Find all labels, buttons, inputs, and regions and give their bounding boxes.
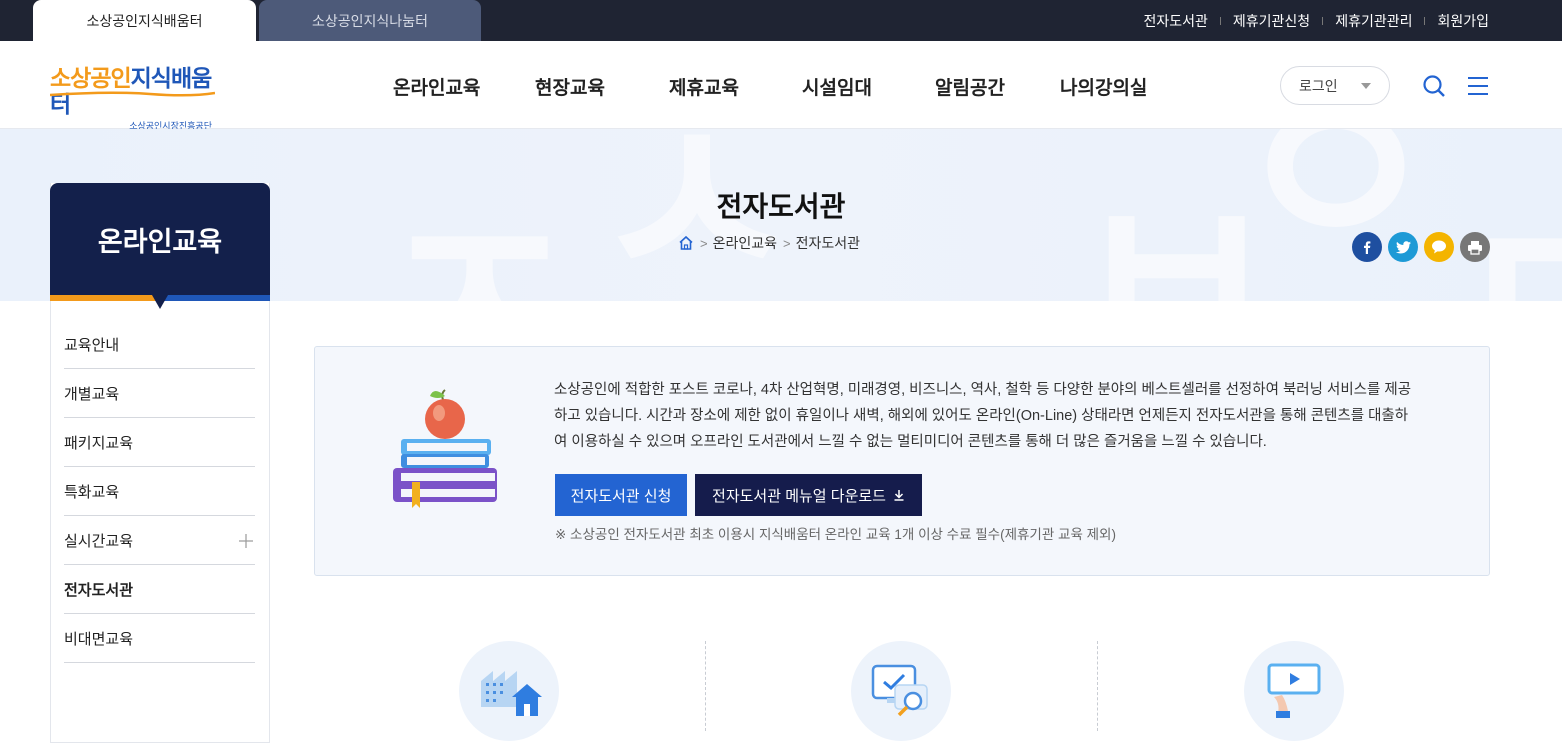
- intro-line: 여 이용하실 수 있으며 오프라인 도서관에서 느낄 수 없는 멀티미디어 콘텐…: [554, 434, 1267, 450]
- intro-line: 소상공인에 적합한 포스트 코로나, 4차 산업혁명, 미래경영, 비즈니스, …: [554, 382, 1412, 398]
- global-nav: 온라인교육 현장교육 제휴교육 시설임대 알림공간 나의강의실: [393, 73, 1160, 99]
- kakao-talk-icon: [1432, 240, 1446, 254]
- divider: [1322, 16, 1324, 25]
- feature-circle: [1244, 641, 1344, 741]
- sidebar-item-individual[interactable]: 개별교육: [64, 369, 255, 418]
- sidebar-item-ebook-library[interactable]: 전자도서관: [64, 565, 255, 614]
- breadcrumb-separator: >: [783, 235, 791, 251]
- utility-links: 전자도서관 제휴기관신청 제휴기관관리 회원가입: [1144, 0, 1490, 41]
- nav-my-classroom[interactable]: 나의강의실: [1060, 73, 1160, 99]
- books-apple-icon: [393, 389, 497, 508]
- print-button[interactable]: [1460, 232, 1490, 262]
- sidebar-menu: 교육안내 개별교육 패키지교육 특화교육 실시간교육 전자도서관 비대면교육: [64, 320, 255, 663]
- nav-field-edu[interactable]: 현장교육: [535, 73, 669, 99]
- feature-circle: [459, 641, 559, 741]
- breadcrumb-item[interactable]: 온라인교육: [713, 233, 777, 253]
- usage-note: ※ 소상공인 전자도서관 최초 이용시 지식배움터 온라인 교육 1개 이상 수…: [555, 527, 1116, 542]
- main-header: 소상공인지식배움터 소상공인시장진흥공단 온라인교육 현장교육 제휴교육 시설임…: [0, 41, 1562, 131]
- download-icon: [894, 490, 904, 501]
- nav-notice[interactable]: 알림공간: [935, 73, 1060, 99]
- sidebar-item-label: 특화교육: [64, 483, 120, 501]
- top-utility-bar: 소상공인지식배움터 소상공인지식나눔터 전자도서관 제휴기관신청 제휴기관관리 …: [0, 0, 1562, 41]
- sidebar-accent-blue: [160, 295, 270, 301]
- login-label: 로그인: [1299, 77, 1338, 94]
- tab-knowledge-sharing[interactable]: 소상공인지식나눔터: [259, 0, 481, 41]
- nav-facility-rental[interactable]: 시설임대: [802, 73, 935, 99]
- sidebar-item-label: 비대면교육: [64, 630, 134, 648]
- feature-circle: [851, 641, 951, 741]
- logo-text-part1: 소상공인: [50, 65, 132, 91]
- plus-icon[interactable]: [239, 534, 253, 548]
- divider: [1097, 641, 1098, 731]
- util-link-partner-manage[interactable]: 제휴기관관리: [1335, 11, 1412, 31]
- divider: [705, 641, 706, 731]
- menu-icon[interactable]: [1466, 74, 1490, 98]
- intro-description: 소상공인에 적합한 포스트 코로나, 4차 산업혁명, 미래경영, 비즈니스, …: [554, 377, 1454, 455]
- twitter-share-button[interactable]: [1388, 232, 1418, 262]
- twitter-icon: [1395, 240, 1411, 253]
- sidebar-title: 온라인교육: [50, 183, 270, 295]
- sidebar-item-label: 실시간교육: [64, 532, 134, 550]
- logo-swoosh-icon: [50, 91, 215, 97]
- facebook-icon: [1364, 241, 1371, 254]
- sidebar-pointer-icon: [152, 295, 168, 309]
- sidebar-item-label: 패키지교육: [64, 434, 134, 452]
- print-icon: [1468, 240, 1482, 255]
- apply-ebook-library-button[interactable]: 전자도서관 신청: [555, 474, 687, 516]
- util-link-signup[interactable]: 회원가입: [1437, 11, 1489, 31]
- breadcrumb: > 온라인교육 > 전자도서관: [678, 233, 860, 253]
- tab-knowledge-learning[interactable]: 소상공인지식배움터: [33, 0, 256, 41]
- chevron-down-icon: [1361, 83, 1371, 89]
- breadcrumb-separator: >: [700, 235, 708, 251]
- breadcrumb-item[interactable]: 전자도서관: [796, 233, 860, 253]
- sidebar-item-untact[interactable]: 비대면교육: [64, 614, 255, 663]
- kakao-share-button[interactable]: [1424, 232, 1454, 262]
- facebook-share-button[interactable]: [1352, 232, 1382, 262]
- nav-online-edu[interactable]: 온라인교육: [393, 73, 535, 99]
- util-link-ebook-library[interactable]: 전자도서관: [1144, 11, 1208, 31]
- site-logo[interactable]: 소상공인지식배움터 소상공인시장진흥공단: [50, 65, 220, 131]
- login-dropdown[interactable]: 로그인: [1280, 66, 1390, 105]
- sidebar-item-label: 개별교육: [64, 385, 120, 403]
- sidebar-item-special[interactable]: 특화교육: [64, 467, 255, 516]
- search-icon[interactable]: [1422, 74, 1446, 98]
- building-home-icon: [481, 671, 542, 716]
- home-icon[interactable]: [678, 235, 694, 251]
- video-lecture-icon: [1267, 663, 1321, 718]
- divider: [1219, 16, 1221, 25]
- sidebar-accent-orange: [50, 295, 160, 301]
- divider: [1424, 16, 1426, 25]
- sidebar-item-edu-guide[interactable]: 교육안내: [64, 320, 255, 369]
- download-button-label: 전자도서관 메뉴얼 다운로드: [712, 487, 886, 505]
- nav-partner-edu[interactable]: 제휴교육: [669, 73, 802, 99]
- sidebar-item-label: 전자도서관: [64, 581, 134, 599]
- intro-line: 하고 있습니다. 시간과 장소에 제한 없이 휴일이나 새벽, 해외에 있어도 …: [554, 408, 1409, 424]
- sidebar-item-label: 교육안내: [64, 336, 120, 354]
- sidebar-item-package[interactable]: 패키지교육: [64, 418, 255, 467]
- apply-button-label: 전자도서관 신청: [570, 487, 672, 505]
- sidebar-item-live[interactable]: 실시간교육: [64, 516, 255, 565]
- monitor-search-icon: [871, 664, 928, 717]
- util-link-partner-apply[interactable]: 제휴기관신청: [1233, 11, 1310, 31]
- download-manual-button[interactable]: 전자도서관 메뉴얼 다운로드: [695, 474, 922, 516]
